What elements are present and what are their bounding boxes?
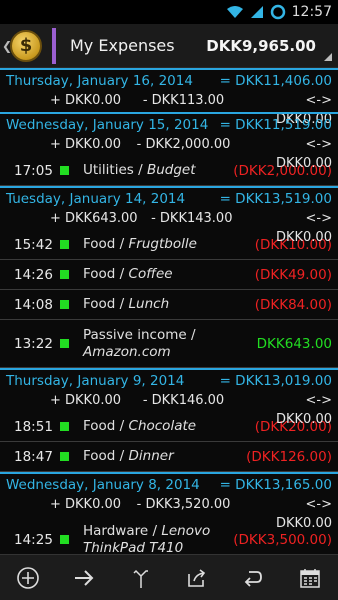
undo-icon [245, 570, 263, 587]
transaction-time: 14:26 [14, 266, 53, 283]
day-date: Thursday, January 16, 2014 [6, 73, 193, 89]
transaction-amount: DKK643.00 [256, 335, 332, 352]
transaction-description: Food / Dinner [83, 448, 246, 465]
status-bar: 12:57 [0, 0, 338, 24]
account-total: DKK9,965.00 [206, 36, 316, 55]
transaction-row[interactable]: 14:26 Food / Coffee (DKK49.00) [0, 260, 338, 290]
transaction-time: 14:25 [14, 531, 53, 548]
day-expense: - DKK3,520.00 [136, 497, 231, 512]
transaction-time: 14:08 [14, 296, 53, 313]
undo-button[interactable] [233, 558, 273, 598]
transaction-description: Passive income / Amazon.com [83, 327, 257, 361]
day-transfer: <-> DKK0.00 [275, 137, 332, 171]
day-balance: = DKK13,019.00 [219, 373, 332, 389]
day-date: Thursday, January 9, 2014 [6, 373, 185, 389]
day-income: + DKK643.00 [50, 211, 138, 226]
bottom-toolbar [0, 554, 338, 600]
transaction-time: 13:22 [14, 335, 53, 352]
transaction-list[interactable]: Thursday, January 16, 2014 = DKK11,406.00… [0, 68, 338, 554]
day-date: Wednesday, January 8, 2014 [6, 477, 200, 493]
transaction-amount: (DKK3,500.00) [233, 531, 332, 548]
transaction-description: Food / Lunch [83, 296, 255, 313]
transaction-time: 18:47 [14, 448, 53, 465]
transfer-icon [75, 569, 94, 586]
category-color-icon [60, 300, 69, 309]
calendar-icon [300, 568, 320, 588]
transaction-payee: Coffee [128, 266, 173, 282]
day-date: Wednesday, January 15, 2014 [6, 117, 209, 133]
day-date: Tuesday, January 14, 2014 [6, 191, 186, 207]
signal-icon [250, 6, 263, 18]
category-color-icon [60, 270, 69, 279]
transaction-category: Passive income / [83, 326, 196, 343]
transaction-category: Food / [83, 266, 129, 282]
action-bar: ❮ $ My Expenses DKK9,965.00 [0, 24, 338, 68]
day-transfer: <-> DKK0.00 [275, 211, 332, 245]
transaction-payee: Amazon.com [83, 343, 171, 360]
day-header: Wednesday, January 8, 2014 = DKK13,165.00… [0, 472, 338, 531]
day-income: + DKK0.00 [50, 497, 122, 512]
category-color-icon [60, 452, 69, 461]
day-balance: = DKK13,165.00 [219, 477, 332, 493]
category-color-icon [60, 535, 69, 544]
add-button[interactable] [8, 558, 48, 598]
transaction-amount: (DKK84.00) [254, 296, 332, 313]
day-header: Thursday, January 9, 2014 = DKK13,019.00 +… [0, 368, 338, 427]
transaction-row[interactable]: 14:08 Food / Lunch (DKK84.00) [0, 290, 338, 320]
transaction-category: Food / [83, 296, 129, 312]
add-icon [17, 566, 39, 589]
transaction-row[interactable]: 18:47 Food / Dinner (DKK126.00) [0, 442, 338, 472]
day-expense: - DKK146.00 [142, 393, 225, 408]
up-caret-icon[interactable]: ❮ [2, 39, 12, 53]
category-color-icon [60, 339, 69, 348]
battery-ring-icon [270, 4, 285, 20]
transaction-amount: (DKK126.00) [246, 448, 332, 465]
clock: 12:57 [291, 4, 332, 20]
split-button[interactable] [121, 558, 161, 598]
day-balance: = DKK13,519.00 [219, 191, 332, 207]
day-expense: - DKK143.00 [151, 211, 233, 226]
account-selector[interactable]: My Expenses [70, 36, 206, 55]
spinner-corner-icon [324, 53, 332, 61]
transaction-amount: (DKK49.00) [254, 266, 332, 283]
share-icon [188, 568, 206, 587]
day-header: Thursday, January 16, 2014 = DKK11,406.00… [0, 68, 338, 127]
day-balance: = DKK11,406.00 [219, 73, 332, 89]
split-icon [133, 569, 148, 588]
day-transfer: <-> DKK0.00 [275, 393, 332, 427]
day-income: + DKK0.00 [50, 137, 122, 152]
wifi-icon [226, 6, 243, 18]
day-header: Wednesday, January 15, 2014 = DKK11,519.0… [0, 112, 338, 171]
transaction-payee: Lunch [128, 296, 170, 312]
day-transfer: <-> DKK0.00 [275, 497, 332, 531]
app-logo-icon[interactable]: $ [10, 29, 42, 62]
day-expense: - DKK2,000.00 [136, 137, 231, 152]
day-income: + DKK0.00 [50, 393, 122, 408]
transaction-row[interactable]: 13:22 Passive income / Amazon.com DKK643.0… [0, 320, 338, 368]
day-balance: = DKK11,519.00 [219, 117, 332, 133]
transaction-payee: Dinner [128, 448, 174, 464]
transaction-description: Food / Coffee [83, 266, 255, 283]
calendar-button[interactable] [290, 558, 330, 598]
account-color-bar [52, 27, 56, 64]
transaction-category: Food / [83, 448, 129, 464]
transfer-button[interactable] [64, 558, 104, 598]
share-button[interactable] [177, 558, 217, 598]
day-header: Tuesday, January 14, 2014 = DKK13,519.00 +… [0, 186, 338, 245]
